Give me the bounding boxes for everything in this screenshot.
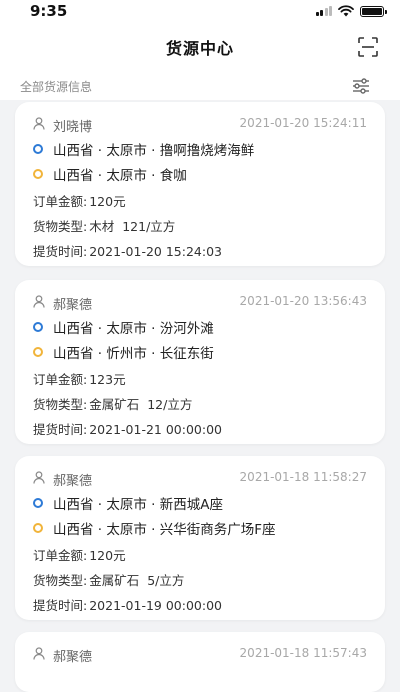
amount-label: 订单金额: — [33, 548, 88, 563]
card-header: 郝聚德 2021-01-18 11:58:27 — [33, 470, 367, 489]
cargo-type: 货物类型: 木材 121/立方 — [33, 216, 175, 235]
person-icon — [33, 295, 45, 308]
order-card[interactable]: 郝聚德 2021-01-20 13:56:43 山西省 · 太原市 · 汾河外滩… — [15, 280, 385, 444]
shipper-name: 刘晓博 — [53, 120, 93, 135]
destination-text: 山西省 · 忻州市 · 长征东街 — [53, 346, 214, 362]
pickup-label: 提货时间: — [33, 422, 88, 437]
cargo-type-value: 金属矿石 — [89, 397, 140, 412]
post-time: 2021-01-18 11:58:27 — [239, 470, 367, 484]
cargo-volume: 121/立方 — [122, 219, 176, 234]
order-amount: 订单金额: 120元 — [33, 191, 126, 210]
shipper-name: 郝聚德 — [53, 298, 93, 313]
status-icons — [315, 5, 387, 17]
person-icon — [33, 471, 45, 484]
order-card[interactable]: 郝聚德 2021-01-18 11:58:27 山西省 · 太原市 · 新西城A… — [15, 456, 385, 620]
origin-dot-icon — [33, 498, 43, 508]
pickup-value: 2021-01-20 15:24:03 — [89, 244, 222, 259]
amount-value: 120元 — [89, 548, 126, 563]
shipper-name: 郝聚德 — [53, 650, 93, 665]
destination-dot-icon — [33, 523, 43, 533]
page-title: 货源中心 — [165, 39, 234, 58]
order-card[interactable]: 刘晓博 2021-01-20 15:24:11 山西省 · 太原市 · 撸啊撸烧… — [15, 102, 385, 266]
post-time: 2021-01-20 13:56:43 — [239, 294, 367, 308]
origin-text: 山西省 · 太原市 · 汾河外滩 — [53, 321, 214, 337]
all-sources-label: 全部货源信息 — [20, 79, 93, 94]
amount-value: 123元 — [89, 372, 126, 387]
person-icon — [33, 117, 45, 130]
cargo-type-label: 货物类型: — [33, 397, 88, 412]
pickup-time: 提货时间: 2021-01-20 15:24:03 — [33, 241, 222, 260]
post-time: 2021-01-18 11:57:43 — [239, 646, 367, 660]
post-time: 2021-01-20 15:24:11 — [239, 116, 367, 130]
destination-address: 山西省 · 忻州市 · 长征东街 — [33, 343, 214, 362]
origin-dot-icon — [33, 144, 43, 154]
pickup-value: 2021-01-21 00:00:00 — [89, 422, 222, 437]
wifi-icon — [338, 5, 354, 17]
battery-icon — [360, 5, 387, 17]
destination-text: 山西省 · 太原市 · 食咖 — [53, 168, 187, 184]
destination-dot-icon — [33, 347, 43, 357]
destination-text: 山西省 · 太原市 · 兴华街商务广场F座 — [53, 522, 276, 538]
destination-dot-icon — [33, 169, 43, 179]
pickup-label: 提货时间: — [33, 244, 88, 259]
cargo-type-label: 货物类型: — [33, 573, 88, 588]
cargo-volume: 5/立方 — [147, 573, 185, 588]
cargo-type-value: 金属矿石 — [89, 573, 140, 588]
filter-icon[interactable] — [352, 78, 370, 94]
cargo-type: 货物类型: 金属矿石 12/立方 — [33, 394, 192, 413]
origin-text: 山西省 · 太原市 · 撸啊撸烧烤海鲜 — [53, 143, 255, 159]
pickup-time: 提货时间: 2021-01-19 00:00:00 — [33, 595, 222, 614]
amount-label: 订单金额: — [33, 194, 88, 209]
amount-label: 订单金额: — [33, 372, 88, 387]
order-amount: 订单金额: 120元 — [33, 545, 126, 564]
person-icon — [33, 647, 45, 660]
card-header: 郝聚德 2021-01-20 13:56:43 — [33, 294, 367, 313]
cargo-type: 货物类型: 金属矿石 5/立方 — [33, 570, 184, 589]
order-card[interactable]: 郝聚德 2021-01-18 11:57:43 — [15, 632, 385, 692]
signal-icon — [315, 6, 332, 16]
amount-value: 120元 — [89, 194, 126, 209]
cargo-type-label: 货物类型: — [33, 219, 88, 234]
cargo-volume: 12/立方 — [147, 397, 193, 412]
header-bar: 货源中心 — [0, 22, 400, 72]
pickup-value: 2021-01-19 00:00:00 — [89, 598, 222, 613]
pickup-time: 提货时间: 2021-01-21 00:00:00 — [33, 419, 222, 438]
status-bar: 9:35 — [0, 0, 400, 22]
origin-dot-icon — [33, 322, 43, 332]
shipper-name: 郝聚德 — [53, 474, 93, 489]
origin-address: 山西省 · 太原市 · 汾河外滩 — [33, 318, 214, 337]
origin-text: 山西省 · 太原市 · 新西城A座 — [53, 497, 223, 513]
cargo-type-value: 木材 — [89, 219, 115, 234]
card-header: 刘晓博 2021-01-20 15:24:11 — [33, 116, 367, 135]
destination-address: 山西省 · 太原市 · 兴华街商务广场F座 — [33, 519, 276, 538]
order-amount: 订单金额: 123元 — [33, 369, 126, 388]
origin-address: 山西省 · 太原市 · 新西城A座 — [33, 494, 223, 513]
scan-icon[interactable] — [358, 37, 378, 57]
status-time: 9:35 — [30, 2, 68, 20]
pickup-label: 提货时间: — [33, 598, 88, 613]
destination-address: 山西省 · 太原市 · 食咖 — [33, 165, 187, 184]
origin-address: 山西省 · 太原市 · 撸啊撸烧烤海鲜 — [33, 140, 255, 159]
filter-bar: 全部货源信息 — [0, 72, 400, 100]
